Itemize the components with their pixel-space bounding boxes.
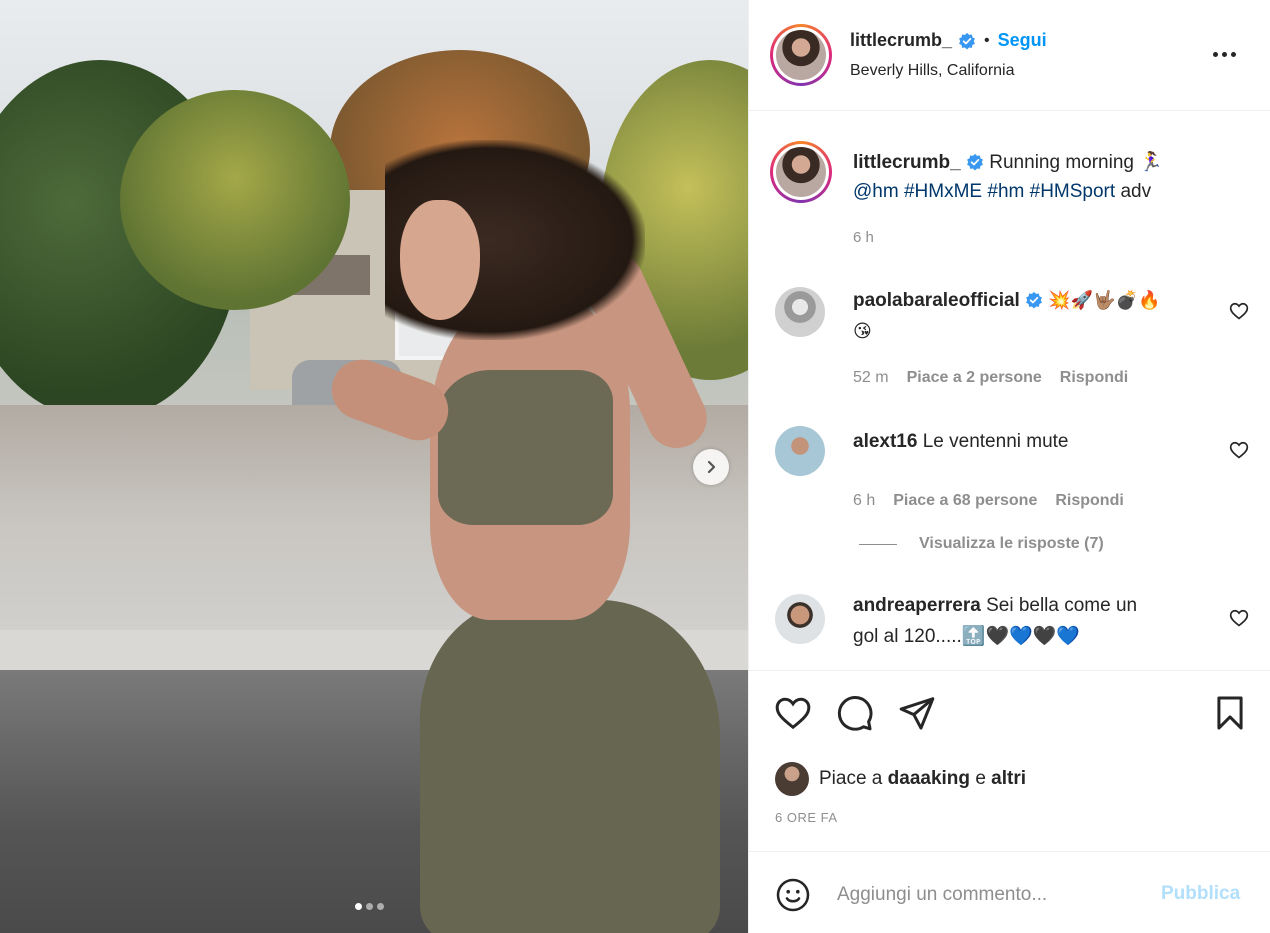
- reply-button[interactable]: Rispondi: [1060, 369, 1128, 387]
- post-header: littlecrumb_ • Segui Beverly Hills, Cali…: [749, 0, 1270, 111]
- post-sidebar: littlecrumb_ • Segui Beverly Hills, Cali…: [748, 0, 1270, 933]
- likes-joiner: e: [975, 768, 986, 789]
- slide-indicator: [355, 903, 384, 910]
- likes-summary: Piace a daaaking e altri: [775, 762, 1026, 796]
- post-location[interactable]: Beverly Hills, California: [850, 62, 1015, 80]
- next-slide-button[interactable]: [693, 449, 729, 485]
- reply-button[interactable]: Rispondi: [1055, 492, 1123, 510]
- share-icon[interactable]: [898, 694, 936, 732]
- comment-text-line2: gol al 120.....🔝🖤💙🖤💙: [853, 626, 1081, 647]
- caption-time[interactable]: 6 h: [853, 229, 874, 246]
- comment-input[interactable]: [837, 879, 1137, 911]
- caption-author-avatar[interactable]: [770, 141, 832, 203]
- caption-hashtag[interactable]: #HMSport: [1030, 181, 1116, 202]
- chevron-right-icon: [707, 460, 716, 474]
- comment-text: Le ventenni mute: [922, 431, 1069, 452]
- bookmark-icon[interactable]: [1211, 694, 1249, 732]
- view-replies-button[interactable]: Visualizza le risposte (7): [859, 535, 1104, 553]
- commenter-username[interactable]: paolabaraleofficial: [853, 290, 1020, 311]
- post-timestamp[interactable]: 6 ORE FA: [775, 810, 838, 825]
- photo-tree: [120, 90, 350, 310]
- comment-body: paolabaraleofficial 💥🚀🤟🏽💣🔥 😘: [853, 285, 1213, 347]
- comment-icon[interactable]: [836, 694, 874, 732]
- comment-time[interactable]: 6 h: [853, 492, 875, 510]
- follow-button[interactable]: Segui: [998, 30, 1047, 51]
- caption-mention[interactable]: @hm: [853, 181, 899, 202]
- photo-runner-top: [438, 370, 613, 525]
- likes-others[interactable]: altri: [991, 768, 1026, 789]
- commenter-avatar[interactable]: [775, 594, 825, 644]
- heart-icon[interactable]: [1229, 440, 1249, 460]
- photo-runner-head: [400, 200, 480, 320]
- commenter-avatar[interactable]: [775, 287, 825, 337]
- comment-text: 💥🚀🤟🏽💣🔥: [1048, 290, 1161, 311]
- comments-section[interactable]: littlecrumb_ Running morning 🏃‍♀️ @hm #H…: [749, 111, 1270, 671]
- commenter-username[interactable]: alext16: [853, 431, 917, 452]
- heart-icon[interactable]: [1229, 608, 1249, 628]
- emoji-icon[interactable]: [775, 877, 811, 913]
- caption-text: littlecrumb_ Running morning 🏃‍♀️ @hm #H…: [853, 148, 1243, 206]
- caption-body: Running morning 🏃‍♀️: [989, 152, 1163, 173]
- verified-icon: [1026, 291, 1043, 309]
- caption-hashtag[interactable]: #HMxME: [904, 181, 982, 202]
- caption-suffix: adv: [1120, 181, 1152, 202]
- liker-username[interactable]: daaaking: [888, 768, 970, 789]
- publish-button[interactable]: Pubblica: [1161, 883, 1240, 905]
- slide-dot-active: [355, 903, 362, 910]
- more-options-icon[interactable]: [1213, 44, 1243, 64]
- comment-meta: 52 m Piace a 2 persone Rispondi: [853, 369, 1128, 387]
- caption-author[interactable]: littlecrumb_: [853, 152, 961, 173]
- comment-time[interactable]: 52 m: [853, 369, 889, 387]
- add-comment-bar: Pubblica: [749, 853, 1270, 933]
- photo-runner-legs: [420, 600, 720, 933]
- slide-dot: [377, 903, 384, 910]
- comment-text-line2: 😘: [853, 321, 872, 342]
- comment-text: Sei bella come un: [986, 595, 1138, 616]
- comment-body: alext16 Le ventenni mute: [853, 426, 1213, 457]
- view-replies-label: Visualizza le risposte (7): [919, 535, 1104, 552]
- replies-divider: [859, 543, 897, 545]
- post-actions: Piace a daaaking e altri 6 ORE FA: [749, 672, 1270, 852]
- comment-meta: 6 h Piace a 68 persone Rispondi: [853, 492, 1124, 510]
- slide-dot: [366, 903, 373, 910]
- separator-dot: •: [984, 31, 990, 49]
- verified-icon: [967, 153, 983, 171]
- post-photo[interactable]: [0, 0, 748, 933]
- caption-hashtag[interactable]: #hm: [987, 181, 1024, 202]
- heart-icon[interactable]: [1229, 301, 1249, 321]
- author-username[interactable]: littlecrumb_: [850, 30, 952, 51]
- author-avatar[interactable]: [770, 24, 832, 86]
- heart-icon[interactable]: [774, 694, 812, 732]
- liker-avatar[interactable]: [775, 762, 809, 796]
- verified-icon: [959, 32, 975, 49]
- likes-prefix: Piace a: [819, 768, 883, 789]
- commenter-username[interactable]: andreaperrera: [853, 595, 981, 616]
- commenter-avatar[interactable]: [775, 426, 825, 476]
- comment-likes[interactable]: Piace a 2 persone: [907, 369, 1042, 387]
- comment-body: andreaperrera Sei bella come un gol al 1…: [853, 590, 1213, 652]
- comment-likes[interactable]: Piace a 68 persone: [893, 492, 1037, 510]
